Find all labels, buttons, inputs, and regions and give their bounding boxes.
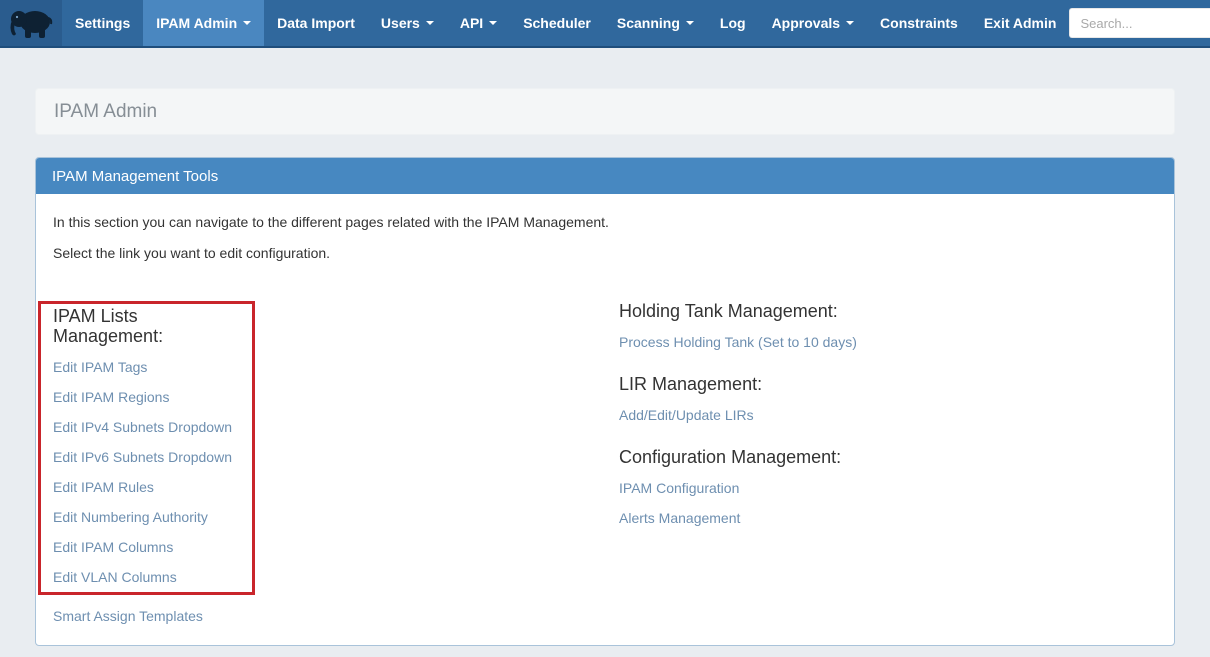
page-link-smart-assign-templates[interactable]: Smart Assign Templates — [53, 608, 203, 624]
navbar-item[interactable]: Log — [707, 0, 759, 46]
chevron-down-icon — [489, 21, 497, 25]
navbar-item-label: Data Import — [277, 15, 355, 31]
page-container: IPAM Admin IPAM Management Tools In this… — [35, 88, 1175, 646]
link-row: Alerts Management — [619, 503, 1157, 533]
link-row: Edit IPAM Regions — [53, 382, 252, 412]
chevron-down-icon — [243, 21, 251, 25]
lir-links: Add/Edit/Update LIRs — [619, 400, 1157, 430]
page-link[interactable]: Edit Numbering Authority — [53, 509, 208, 525]
section-holding-tank: Holding Tank Management: Process Holding… — [619, 301, 1157, 357]
navbar-item-label: IPAM Admin — [156, 15, 237, 31]
intro-text-line1: In this section you can navigate to the … — [53, 212, 1157, 232]
page-link[interactable]: Edit IPAM Columns — [53, 539, 173, 555]
link-row: Edit IPAM Tags — [53, 352, 252, 382]
link-row: Smart Assign Templates — [53, 601, 619, 631]
ipam-tools-panel: IPAM Management Tools In this section yo… — [35, 157, 1175, 646]
navbar-item-label: Users — [381, 15, 420, 31]
navbar-item[interactable]: API — [447, 0, 510, 46]
page-link[interactable]: Edit IPAM Rules — [53, 479, 154, 495]
link-row: Add/Edit/Update LIRs — [619, 400, 1157, 430]
app-logo[interactable] — [0, 0, 62, 46]
link-columns: IPAM Lists Management: Edit IPAM Tags Ed… — [53, 301, 1157, 631]
link-row: Edit IPAM Columns — [53, 532, 252, 562]
left-column: IPAM Lists Management: Edit IPAM Tags Ed… — [53, 301, 619, 631]
right-column: Holding Tank Management: Process Holding… — [619, 301, 1157, 631]
ipam-lists-links: Edit IPAM Tags Edit IPAM Regions Edit IP… — [53, 352, 252, 592]
page-link[interactable]: Process Holding Tank (Set to 10 days) — [619, 334, 857, 350]
page-link[interactable]: Edit VLAN Columns — [53, 569, 177, 585]
top-navbar: Settings IPAM Admin Data Import Users AP… — [0, 0, 1210, 48]
navbar-item-label: Scheduler — [523, 15, 591, 31]
navbar-item[interactable]: Scanning — [604, 0, 707, 46]
navbar-item-label: Exit Admin — [984, 15, 1057, 31]
navbar-item[interactable]: Scheduler — [510, 0, 604, 46]
section-heading-holding-tank: Holding Tank Management: — [619, 301, 1157, 321]
panel-header: IPAM Management Tools — [36, 158, 1174, 194]
page-link[interactable]: Edit IPAM Regions — [53, 389, 169, 405]
page-link[interactable]: Alerts Management — [619, 510, 740, 526]
chevron-down-icon — [426, 21, 434, 25]
chevron-down-icon — [846, 21, 854, 25]
navbar-right — [1069, 0, 1210, 46]
page-title: IPAM Admin — [54, 101, 157, 123]
navbar-item-label: Log — [720, 15, 746, 31]
navbar-item[interactable]: Exit Admin — [971, 0, 1070, 46]
holding-tank-links: Process Holding Tank (Set to 10 days) — [619, 327, 1157, 357]
navbar-item[interactable]: Data Import — [264, 0, 368, 46]
navbar-item[interactable]: IPAM Admin — [143, 0, 264, 46]
page-link[interactable]: Edit IPAM Tags — [53, 359, 147, 375]
chevron-down-icon — [686, 21, 694, 25]
navbar-item[interactable]: Constraints — [867, 0, 971, 46]
link-row: Edit IPAM Rules — [53, 472, 252, 502]
navbar-items: Settings IPAM Admin Data Import Users AP… — [62, 0, 1069, 46]
configuration-links: IPAM Configuration Alerts Management — [619, 473, 1157, 533]
link-row: Edit IPv6 Subnets Dropdown — [53, 442, 252, 472]
section-heading-configuration: Configuration Management: — [619, 447, 1157, 467]
navbar-item-label: Approvals — [772, 15, 840, 31]
elephant-logo-icon — [8, 6, 54, 40]
link-row: Edit Numbering Authority — [53, 502, 252, 532]
link-row: Process Holding Tank (Set to 10 days) — [619, 327, 1157, 357]
navbar-item-label: API — [460, 15, 483, 31]
annotation-highlight-box: IPAM Lists Management: Edit IPAM Tags Ed… — [38, 301, 255, 595]
navbar-item-label: Constraints — [880, 15, 958, 31]
navbar-item[interactable]: Settings — [62, 0, 143, 46]
section-heading-lir: LIR Management: — [619, 374, 1157, 394]
panel-body: In this section you can navigate to the … — [36, 194, 1174, 645]
page-link[interactable]: IPAM Configuration — [619, 480, 739, 496]
page-link[interactable]: Edit IPv4 Subnets Dropdown — [53, 419, 232, 435]
intro-text-line2: Select the link you want to edit configu… — [53, 243, 1157, 263]
page-link[interactable]: Add/Edit/Update LIRs — [619, 407, 754, 423]
navbar-item-label: Scanning — [617, 15, 680, 31]
search-input[interactable] — [1069, 8, 1210, 38]
page-link[interactable]: Edit IPv6 Subnets Dropdown — [53, 449, 232, 465]
page-header: IPAM Admin — [35, 88, 1175, 135]
navbar-item[interactable]: Approvals — [759, 0, 867, 46]
section-lir: LIR Management: Add/Edit/Update LIRs — [619, 374, 1157, 430]
link-row: Edit VLAN Columns — [53, 562, 252, 592]
navbar-item[interactable]: Users — [368, 0, 447, 46]
section-heading-ipam-lists: IPAM Lists Management: — [53, 306, 252, 346]
link-row: Edit IPv4 Subnets Dropdown — [53, 412, 252, 442]
navbar-item-label: Settings — [75, 15, 130, 31]
section-configuration: Configuration Management: IPAM Configura… — [619, 447, 1157, 533]
search-group — [1069, 8, 1210, 38]
link-row: IPAM Configuration — [619, 473, 1157, 503]
panel-title: IPAM Management Tools — [52, 168, 218, 185]
